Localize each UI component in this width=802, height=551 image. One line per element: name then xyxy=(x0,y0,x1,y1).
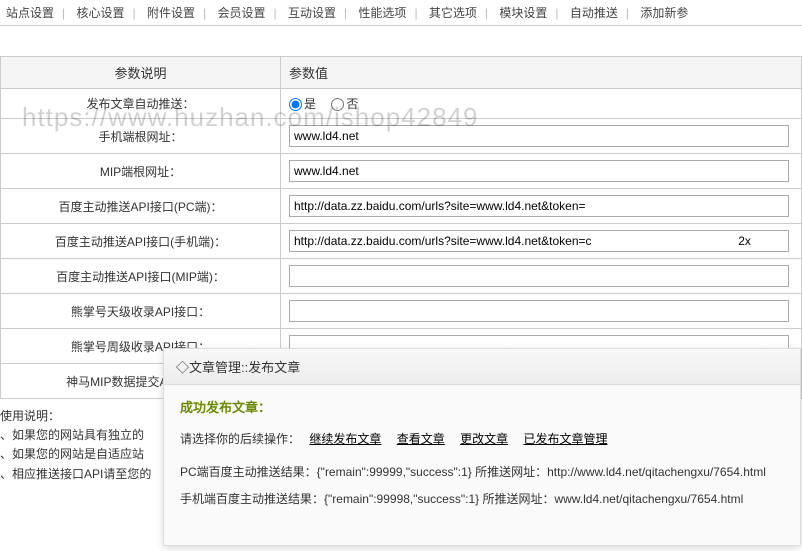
nav-item[interactable]: 核心设置 xyxy=(70,6,130,20)
radio-yes-label[interactable]: 是 xyxy=(289,97,316,111)
row-baidu-pc: 百度主动推送API接口(PC端)： xyxy=(1,189,802,224)
radio-no-text: 否 xyxy=(346,97,358,111)
header-value: 参数值 xyxy=(281,57,802,89)
nav-item[interactable]: 互动设置 xyxy=(282,6,342,20)
nav-item[interactable]: 添加新参 xyxy=(634,6,694,20)
row-mobile-root: 手机端根网址： xyxy=(1,119,802,154)
op-continue[interactable]: 继续发布文章 xyxy=(309,432,381,446)
op-edit[interactable]: 更改文章 xyxy=(460,432,508,446)
row-mip-root: MIP端根网址： xyxy=(1,154,802,189)
mip-root-input[interactable] xyxy=(289,160,789,182)
top-nav: 站点设置| 核心设置| 附件设置| 会员设置| 互动设置| 性能选项| 其它选项… xyxy=(0,0,802,26)
row-label: MIP端根网址： xyxy=(1,154,281,189)
result-pc: PC端百度主动推送结果：{"remain":99999,"success":1}… xyxy=(180,463,784,480)
header-label: 参数说明 xyxy=(1,57,281,89)
nav-item[interactable]: 会员设置 xyxy=(211,6,271,20)
row-label: 手机端根网址： xyxy=(1,119,281,154)
nav-sep: | xyxy=(271,6,278,20)
panel-body: 成功发布文章： 请选择你的后续操作： 继续发布文章 查看文章 更改文章 已发布文… xyxy=(164,385,800,529)
row-label: 百度主动推送API接口(MIP端)： xyxy=(1,259,281,294)
row-label: 百度主动推送API接口(手机端)： xyxy=(1,224,281,259)
nav-item[interactable]: 站点设置 xyxy=(0,6,60,20)
nav-item[interactable]: 模块设置 xyxy=(493,6,553,20)
row-autopush: 发布文章自动推送： 是 否 xyxy=(1,89,802,119)
radio-no-label[interactable]: 否 xyxy=(331,97,358,111)
nav-item[interactable]: 附件设置 xyxy=(141,6,201,20)
radio-yes[interactable] xyxy=(289,98,302,111)
xz-daily-input[interactable] xyxy=(289,300,789,322)
radio-no[interactable] xyxy=(331,98,344,111)
nav-item[interactable]: 性能选项 xyxy=(352,6,412,20)
baidu-pc-input[interactable] xyxy=(289,195,789,217)
row-label: 发布文章自动推送： xyxy=(1,89,281,119)
op-manage[interactable]: 已发布文章管理 xyxy=(523,432,607,446)
op-view[interactable]: 查看文章 xyxy=(397,432,445,446)
nav-item[interactable]: 自动推送 xyxy=(564,6,624,20)
ops-row: 请选择你的后续操作： 继续发布文章 查看文章 更改文章 已发布文章管理 xyxy=(180,430,784,447)
panel-title: ◇文章管理::发布文章 xyxy=(164,349,800,385)
mobile-root-input[interactable] xyxy=(289,125,789,147)
row-baidu-mobile: 百度主动推送API接口(手机端)： xyxy=(1,224,802,259)
row-value: 是 否 xyxy=(281,89,802,119)
success-heading: 成功发布文章： xyxy=(180,397,784,416)
baidu-mobile-input[interactable] xyxy=(289,230,789,252)
nav-sep: | xyxy=(342,6,349,20)
ops-prefix: 请选择你的后续操作： xyxy=(180,432,300,446)
row-label: 百度主动推送API接口(PC端)： xyxy=(1,189,281,224)
nav-item[interactable]: 其它选项 xyxy=(423,6,483,20)
baidu-mip-input[interactable] xyxy=(289,265,789,287)
nav-sep: | xyxy=(60,6,67,20)
radio-yes-text: 是 xyxy=(304,97,316,111)
nav-sep: | xyxy=(553,6,560,20)
nav-sep: | xyxy=(201,6,208,20)
nav-sep: | xyxy=(131,6,138,20)
nav-sep: | xyxy=(483,6,490,20)
nav-sep: | xyxy=(412,6,419,20)
row-label: 熊掌号天级收录API接口： xyxy=(1,294,281,329)
nav-sep: | xyxy=(624,6,631,20)
row-xz-daily: 熊掌号天级收录API接口： xyxy=(1,294,802,329)
publish-result-panel: ◇文章管理::发布文章 成功发布文章： 请选择你的后续操作： 继续发布文章 查看… xyxy=(163,348,801,546)
row-baidu-mip: 百度主动推送API接口(MIP端)： xyxy=(1,259,802,294)
result-mobile: 手机端百度主动推送结果：{"remain":99998,"success":1}… xyxy=(180,490,784,507)
